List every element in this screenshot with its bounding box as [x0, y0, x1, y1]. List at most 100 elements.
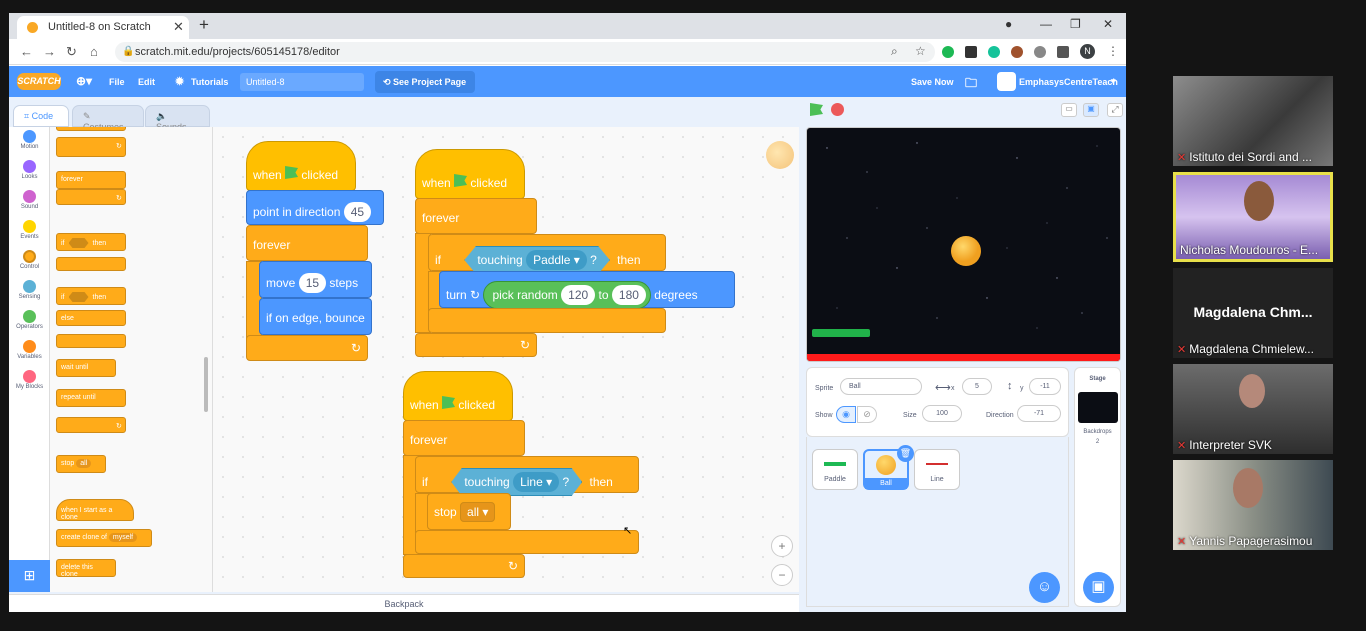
palette-when-clone[interactable]: when I start as a clone — [56, 499, 134, 521]
palette-if-then[interactable]: if then — [56, 233, 126, 251]
palette-block[interactable] — [56, 127, 126, 131]
show-eye-icon[interactable]: ◉ — [836, 406, 856, 423]
reload-icon[interactable]: ↻ — [66, 44, 77, 60]
steps-input[interactable]: 15 — [298, 273, 327, 293]
y-input[interactable]: -11 — [1029, 378, 1061, 395]
palette-if-else[interactable]: if then — [56, 287, 126, 305]
category-operators[interactable]: Operators — [9, 307, 50, 337]
palette-stop-option[interactable]: all — [76, 459, 92, 468]
large-stage-icon[interactable]: ▣ — [1083, 103, 1099, 117]
extension-icon[interactable] — [942, 46, 954, 58]
user-avatar[interactable] — [997, 72, 1016, 91]
palette-wait-until[interactable]: wait until — [56, 359, 116, 377]
palette-repeat-until[interactable]: repeat until — [56, 389, 126, 407]
palette-forever[interactable]: forever — [56, 171, 126, 189]
zoom-icon[interactable]: ⌕ — [891, 44, 898, 59]
random-to-input[interactable]: 180 — [611, 285, 646, 305]
forever-block[interactable]: forever — [403, 420, 525, 456]
touching-target-dropdown[interactable]: Line ▾ — [513, 472, 560, 492]
edit-menu[interactable]: Edit — [138, 77, 155, 87]
direction-input[interactable]: -71 — [1017, 405, 1061, 422]
palette-if-end[interactable] — [56, 257, 126, 271]
move-steps-block[interactable]: move 15 steps — [259, 261, 372, 298]
ball-sprite[interactable] — [951, 236, 981, 266]
random-from-input[interactable]: 120 — [561, 285, 596, 305]
if-then-block[interactable]: if touching Paddle ▾ ? then — [428, 234, 666, 274]
sprite-tile-line[interactable]: Line — [914, 449, 960, 490]
palette-repeat-end[interactable]: ↻ — [56, 417, 126, 433]
minimize-icon[interactable]: — — [1040, 17, 1052, 31]
stop-block[interactable]: stop all ▾ — [427, 493, 511, 530]
stop-sign-icon[interactable] — [831, 103, 844, 116]
if-on-edge-bounce-block[interactable]: if on edge, bounce — [259, 298, 372, 335]
palette-scrollbar[interactable] — [204, 357, 208, 412]
delete-sprite-icon[interactable]: 🗑 — [897, 445, 914, 462]
x-input[interactable]: 5 — [962, 378, 992, 395]
scratch-logo[interactable]: SCRATCH — [17, 73, 61, 90]
palette-if-else-end[interactable] — [56, 334, 126, 348]
back-icon[interactable]: ← — [20, 44, 33, 59]
video-tile-active-speaker[interactable]: Nicholas Moudouros - E... — [1173, 172, 1333, 262]
wordpress-icon[interactable] — [1034, 46, 1046, 58]
touching-sensor[interactable]: touching Line ▾ ? — [451, 468, 583, 496]
close-window-icon[interactable]: ✕ — [1103, 17, 1113, 31]
url-field[interactable]: 🔒 scratch.mit.edu/projects/605145178/edi… — [115, 42, 935, 62]
bookmark-star-icon[interactable]: ☆ — [915, 44, 926, 58]
palette-else[interactable]: else — [56, 310, 126, 326]
stage-selector[interactable]: Stage Backdrops 2 ▣ — [1074, 367, 1121, 607]
forward-icon[interactable]: → — [43, 44, 56, 59]
my-stuff-folder-icon[interactable]: 🗀 — [965, 74, 977, 95]
palette-delete-clone[interactable]: delete this clone — [56, 559, 116, 578]
palette-forever-end[interactable]: ↻ — [56, 189, 126, 205]
paddle-sprite[interactable] — [812, 329, 870, 337]
browser-menu-icon[interactable]: ⋮ — [1107, 44, 1119, 58]
new-tab-icon[interactable]: + — [199, 15, 209, 35]
category-events[interactable]: Events — [9, 217, 50, 247]
small-stage-icon[interactable]: ▭ — [1061, 103, 1077, 117]
see-project-page-button[interactable]: ⟲ See Project Page — [375, 71, 475, 93]
zoom-out-icon[interactable]: − — [771, 564, 793, 586]
when-flag-clicked-hat[interactable]: when clicked — [403, 371, 513, 421]
category-sound[interactable]: Sound — [9, 187, 50, 217]
tab-search-icon[interactable]: ● — [1005, 17, 1012, 31]
category-sensing[interactable]: Sensing — [9, 277, 50, 307]
if-then-block[interactable]: if touching Line ▾ ? then — [415, 456, 639, 496]
close-tab-icon[interactable]: ✕ — [173, 19, 184, 35]
maximize-icon[interactable]: ❐ — [1070, 17, 1081, 31]
fullscreen-icon[interactable]: ⤢ — [1107, 103, 1123, 117]
download-icon[interactable] — [965, 46, 977, 58]
tab-code[interactable]: ⌗ Code — [13, 105, 69, 127]
when-flag-clicked-hat[interactable]: when clicked — [246, 141, 356, 191]
category-control[interactable]: Control — [9, 247, 50, 277]
tutorials-menu[interactable]: Tutorials — [191, 77, 228, 87]
zoom-in-icon[interactable]: + — [771, 535, 793, 557]
tab-sounds[interactable]: 🔈 Sounds — [145, 105, 210, 132]
profile-avatar[interactable]: N — [1080, 44, 1095, 59]
point-in-direction-block[interactable]: point in direction 45 — [246, 190, 384, 225]
forever-block[interactable]: forever — [246, 225, 368, 261]
category-my-blocks[interactable]: My Blocks — [9, 367, 50, 397]
line-sprite[interactable] — [807, 354, 1121, 362]
tab-costumes[interactable]: ✎ Costumes — [72, 105, 144, 132]
palette-create-clone[interactable]: create clone of myself — [56, 529, 152, 547]
direction-input[interactable]: 45 — [343, 202, 372, 222]
sprite-tile-ball[interactable]: Ball 🗑 — [863, 445, 914, 490]
video-tile[interactable]: ✕ Interpreter SVK — [1173, 364, 1333, 454]
category-motion[interactable]: Motion — [9, 127, 50, 157]
category-variables[interactable]: Variables — [9, 337, 50, 367]
palette-create-option[interactable]: myself — [108, 533, 138, 542]
palette-block-end[interactable]: ↻ — [56, 137, 126, 157]
cookie-icon[interactable] — [1011, 46, 1023, 58]
add-extension-icon[interactable]: ⊞ — [9, 560, 50, 592]
size-input[interactable]: 100 — [922, 405, 962, 422]
add-backdrop-icon[interactable]: ▣ — [1083, 572, 1114, 603]
sprite-name-input[interactable]: Ball — [840, 378, 922, 395]
file-menu[interactable]: File — [109, 77, 125, 87]
video-tile[interactable]: Magdalena Chm... ✕ Magdalena Chmielew... — [1173, 268, 1333, 358]
sprite-tile-paddle[interactable]: Paddle — [812, 449, 858, 490]
grammarly-icon[interactable] — [988, 46, 1000, 58]
save-now-button[interactable]: Save Now — [911, 77, 954, 87]
green-flag-icon[interactable] — [810, 103, 823, 116]
palette-stop[interactable]: stop all — [56, 455, 106, 473]
home-icon[interactable]: ⌂ — [90, 44, 98, 59]
